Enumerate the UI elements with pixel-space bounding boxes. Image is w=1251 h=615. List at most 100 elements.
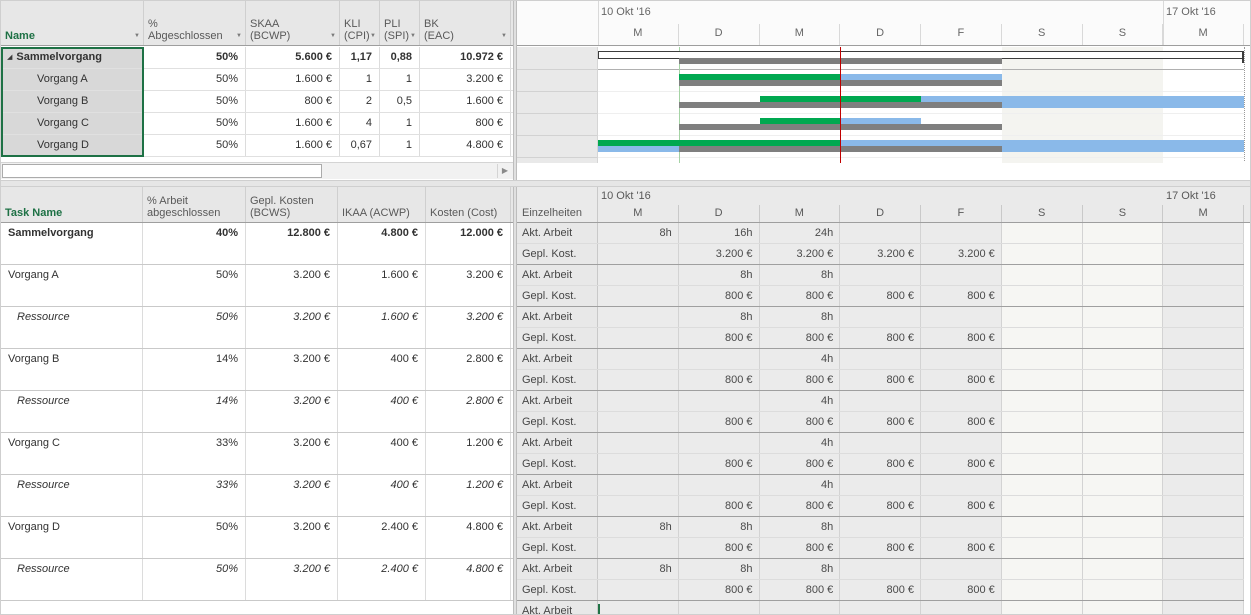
task-name-cell[interactable]: Ressource	[1, 559, 143, 600]
value-cell[interactable]: 4.800 €	[426, 517, 511, 558]
details-cell[interactable]: 800 €	[679, 454, 760, 475]
horizontal-scrollbar[interactable]: ▶	[1, 162, 513, 179]
task-name-cell[interactable]: Sammelvorgang	[1, 223, 143, 264]
value-cell[interactable]: 10.972 €	[420, 47, 511, 68]
details-cell[interactable]: 800 €	[760, 328, 841, 349]
details-cell[interactable]	[1002, 601, 1083, 615]
value-cell[interactable]: 14%	[143, 349, 246, 390]
details-cell[interactable]	[679, 391, 760, 412]
value-cell[interactable]: 3.200 €	[420, 69, 511, 90]
value-cell[interactable]: 800 €	[420, 113, 511, 134]
value-cell[interactable]: 400 €	[338, 349, 426, 390]
details-cell[interactable]	[1083, 370, 1164, 391]
details-cell[interactable]	[1002, 517, 1083, 538]
details-cell[interactable]	[1163, 496, 1244, 517]
value-cell[interactable]: 2	[340, 91, 380, 112]
details-row-label[interactable]: Akt. Arbeit	[517, 349, 598, 370]
value-cell[interactable]: 12.800 €	[246, 223, 338, 264]
details-cell[interactable]	[598, 265, 679, 286]
details-cell[interactable]	[1083, 223, 1164, 244]
details-cell[interactable]	[1163, 370, 1244, 391]
details-cell[interactable]	[598, 538, 679, 559]
value-cell[interactable]: 1,17	[340, 47, 380, 68]
details-cell[interactable]	[840, 601, 921, 615]
details-row-label[interactable]: Akt. Arbeit	[517, 601, 598, 615]
details-cell[interactable]	[1083, 601, 1164, 615]
details-cell[interactable]	[1083, 580, 1164, 601]
task-name-cell[interactable]: Ressource	[1, 307, 143, 348]
task-name-cell[interactable]: Vorgang B	[1, 349, 143, 390]
details-cell[interactable]: 800 €	[679, 328, 760, 349]
task-name-cell[interactable]: Vorgang D	[1, 517, 143, 558]
value-cell[interactable]: 12.000 €	[426, 223, 511, 264]
value-cell[interactable]: 2.400 €	[338, 517, 426, 558]
details-cell[interactable]: 800 €	[760, 496, 841, 517]
details-cell[interactable]	[598, 580, 679, 601]
details-cell[interactable]: 800 €	[921, 580, 1002, 601]
details-timescale[interactable]: Einzelheiten 10 Okt '16 17 Okt '16 MDMDF…	[517, 187, 1250, 223]
details-cell[interactable]	[1002, 433, 1083, 454]
task-name-cell[interactable]: Ressource	[1, 475, 143, 516]
value-cell[interactable]: 3.200 €	[246, 475, 338, 516]
value-cell[interactable]: 1	[380, 113, 420, 134]
value-cell[interactable]: 3.200 €	[246, 391, 338, 432]
details-cell[interactable]	[1163, 328, 1244, 349]
filter-dropdown-icon[interactable]: ▼	[330, 30, 336, 42]
details-cell[interactable]: 8h	[598, 223, 679, 244]
details-cell[interactable]	[840, 307, 921, 328]
details-cell[interactable]	[1083, 328, 1164, 349]
task-name-cell[interactable]: Vorgang A	[1, 69, 144, 90]
value-cell[interactable]: 800 €	[246, 91, 340, 112]
details-cell[interactable]: 800 €	[840, 370, 921, 391]
details-cell[interactable]	[598, 412, 679, 433]
value-cell[interactable]: 50%	[143, 265, 246, 306]
value-cell[interactable]: 0,5	[380, 91, 420, 112]
details-row-label[interactable]: Akt. Arbeit	[517, 433, 598, 454]
details-cell[interactable]	[1083, 307, 1164, 328]
column-header-kostencost[interactable]: Kosten (Cost)	[426, 187, 511, 222]
gantt-timescale[interactable]: 10 Okt '16 17 Okt '16 MDMDFSSM	[517, 1, 1250, 46]
details-cell[interactable]: 800 €	[921, 496, 1002, 517]
details-cell[interactable]	[1002, 496, 1083, 517]
details-cell[interactable]	[1002, 391, 1083, 412]
details-cell[interactable]	[1163, 559, 1244, 580]
details-cell[interactable]: 8h	[760, 265, 841, 286]
details-row-label[interactable]: Gepl. Kost.	[517, 412, 598, 433]
details-cell[interactable]	[1002, 286, 1083, 307]
details-cell[interactable]	[1002, 559, 1083, 580]
filter-dropdown-icon[interactable]: ▼	[410, 30, 416, 42]
column-header-[interactable]: %Abgeschlossen▼	[144, 1, 246, 45]
details-cell[interactable]: 800 €	[760, 538, 841, 559]
details-row-label[interactable]: Akt. Arbeit	[517, 517, 598, 538]
details-cell[interactable]	[840, 475, 921, 496]
details-cell[interactable]	[679, 475, 760, 496]
details-cell[interactable]	[1083, 244, 1164, 265]
details-cell[interactable]	[1163, 580, 1244, 601]
task-name-cell[interactable]: Vorgang D	[1, 135, 144, 156]
details-cell[interactable]: 24h	[760, 223, 841, 244]
details-cell[interactable]	[921, 307, 1002, 328]
details-cell[interactable]	[921, 559, 1002, 580]
details-cell[interactable]	[1163, 349, 1244, 370]
remaining-lower-bar[interactable]	[598, 146, 679, 152]
details-cell[interactable]: 800 €	[840, 412, 921, 433]
details-cell[interactable]: 8h	[598, 559, 679, 580]
details-cell[interactable]	[598, 601, 679, 615]
details-cell[interactable]	[1002, 349, 1083, 370]
value-cell[interactable]: 1.600 €	[338, 265, 426, 306]
value-cell[interactable]: 1	[380, 69, 420, 90]
value-cell[interactable]: 50%	[143, 307, 246, 348]
details-cell[interactable]	[840, 223, 921, 244]
details-cell[interactable]: 800 €	[840, 496, 921, 517]
column-header-arbeit[interactable]: % Arbeitabgeschlossen	[143, 187, 246, 222]
value-cell[interactable]: 1.200 €	[426, 475, 511, 516]
details-cell[interactable]	[598, 391, 679, 412]
details-cell[interactable]	[921, 601, 1002, 615]
details-cell[interactable]	[598, 349, 679, 370]
details-cell[interactable]	[1002, 370, 1083, 391]
details-cell[interactable]	[921, 349, 1002, 370]
details-cell[interactable]: 3.200 €	[760, 244, 841, 265]
details-row-label[interactable]: Akt. Arbeit	[517, 265, 598, 286]
details-cell[interactable]: 800 €	[840, 580, 921, 601]
details-row-label[interactable]: Gepl. Kost.	[517, 286, 598, 307]
